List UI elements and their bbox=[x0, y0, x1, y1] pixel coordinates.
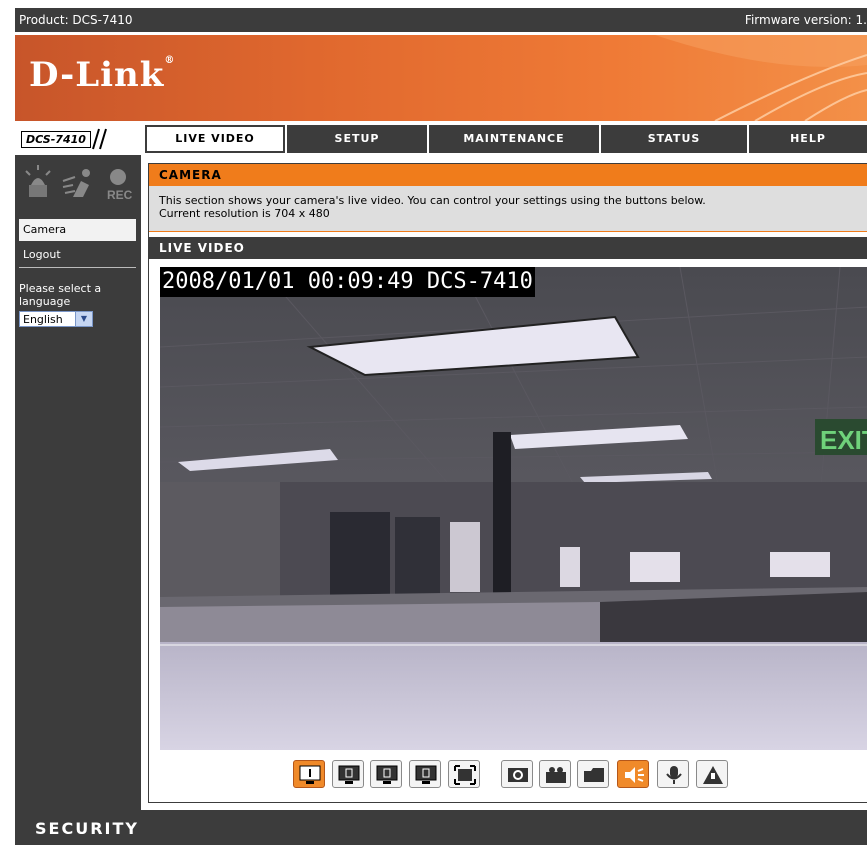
footer: SECURITY bbox=[15, 810, 867, 845]
dlink-logo: D-Link® bbox=[29, 55, 175, 95]
footer-label: SECURITY bbox=[35, 819, 139, 838]
top-bar: Product: DCS-7410 Firmware version: 1. bbox=[15, 8, 867, 32]
alarm-status-icon bbox=[25, 165, 51, 197]
tab-status[interactable]: STATUS bbox=[601, 125, 747, 153]
trademark: ® bbox=[164, 55, 176, 66]
sidebar: REC Camera Logout Please select a langua… bbox=[15, 155, 141, 810]
video-controls bbox=[149, 760, 867, 794]
sidebar-divider bbox=[19, 267, 136, 268]
language-select[interactable]: English ▼ bbox=[19, 311, 93, 327]
record-button[interactable] bbox=[539, 760, 571, 788]
view-2-button[interactable] bbox=[332, 760, 364, 788]
monitor-3-icon bbox=[376, 765, 398, 784]
video-timestamp: 2008/01/01 00:09:49 DCS-7410 bbox=[160, 267, 535, 297]
monitor-1-icon bbox=[299, 765, 321, 784]
banner: D-Link® bbox=[15, 35, 867, 121]
status-icons: REC bbox=[25, 165, 133, 202]
office-scene: EXIT bbox=[160, 267, 867, 750]
sidebar-item-logout[interactable]: Logout bbox=[19, 244, 136, 266]
view-3-button[interactable] bbox=[370, 760, 402, 788]
camera-icon bbox=[508, 768, 528, 782]
language-label: Please select a language bbox=[19, 282, 102, 308]
tab-setup[interactable]: SETUP bbox=[287, 125, 427, 153]
snapshot-button[interactable] bbox=[501, 760, 533, 788]
fullscreen-icon bbox=[454, 765, 476, 785]
main-nav: DCS-7410 LIVE VIDEO SETUP MAINTENANCE ST… bbox=[15, 125, 867, 153]
model-label: DCS-7410 bbox=[21, 131, 91, 148]
microphone-icon bbox=[666, 766, 682, 784]
single-view-button[interactable] bbox=[293, 760, 325, 788]
description-line-1: This section shows your camera's live vi… bbox=[159, 194, 706, 207]
tab-live-video[interactable]: LIVE VIDEO bbox=[145, 125, 285, 153]
language-value: English bbox=[23, 313, 63, 326]
folder-icon bbox=[584, 768, 604, 782]
folder-button[interactable] bbox=[577, 760, 609, 788]
camera-description: This section shows your camera's live vi… bbox=[149, 186, 867, 232]
rec-status-icon: REC bbox=[107, 169, 133, 202]
firmware-version: Firmware version: 1. bbox=[744, 13, 867, 27]
fullscreen-button[interactable] bbox=[448, 760, 480, 788]
product-name: Product: DCS-7410 bbox=[19, 13, 133, 27]
chevron-down-icon[interactable]: ▼ bbox=[75, 312, 92, 326]
exit-sign: EXIT bbox=[820, 425, 867, 455]
speaker-button[interactable] bbox=[617, 760, 649, 788]
trigger-button[interactable] bbox=[696, 760, 728, 788]
resolution-text: Current resolution is 704 x 480 bbox=[159, 207, 330, 220]
tab-maintenance[interactable]: MAINTENANCE bbox=[429, 125, 599, 153]
tab-help[interactable]: HELP bbox=[749, 125, 867, 153]
camera-section-title: CAMERA bbox=[149, 164, 867, 186]
video-camera-icon bbox=[546, 767, 566, 783]
speaker-icon bbox=[625, 767, 644, 783]
live-video-feed[interactable]: EXIT 2008/01/01 00:09:49 DCS-7410 bbox=[160, 267, 867, 750]
view-4-button[interactable] bbox=[409, 760, 441, 788]
monitor-2-icon bbox=[338, 765, 360, 784]
model-tab: DCS-7410 bbox=[15, 125, 140, 153]
logo-text: D-Link bbox=[29, 55, 165, 95]
sidebar-item-camera[interactable]: Camera bbox=[19, 219, 136, 241]
alarm-icon bbox=[703, 766, 723, 784]
rec-label: REC bbox=[107, 188, 133, 202]
main-content: CAMERA This section shows your camera's … bbox=[148, 163, 867, 803]
slash-decoration bbox=[92, 128, 107, 150]
monitor-4-icon bbox=[415, 765, 437, 784]
microphone-button[interactable] bbox=[657, 760, 689, 788]
live-video-title: LIVE VIDEO bbox=[149, 237, 867, 259]
motion-status-icon bbox=[62, 169, 90, 197]
